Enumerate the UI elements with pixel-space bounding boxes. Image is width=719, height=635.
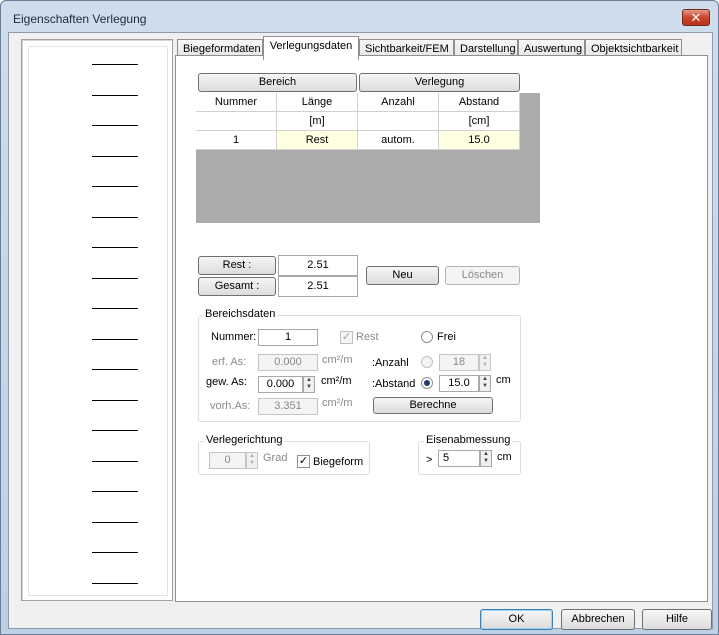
verlegung-grid[interactable]: Nummer Länge Anzahl Abstand [m] [cm] 1 R…: [196, 93, 540, 223]
list-separator: [92, 308, 138, 309]
column-header-anzahl: Anzahl: [358, 93, 439, 112]
list-separator: [92, 430, 138, 431]
list-separator: [92, 491, 138, 492]
abstand-spinner[interactable]: ▲ ▼: [479, 375, 491, 392]
list-separator: [92, 522, 138, 523]
list-separator: [92, 461, 138, 462]
rest-button[interactable]: Rest :: [198, 256, 276, 275]
frei-label: Frei: [437, 331, 456, 343]
row-1-abstand[interactable]: 15.0: [439, 131, 520, 150]
vorh-as-label: vorh.As:: [210, 400, 251, 412]
unit-cell-abstand: [cm]: [439, 112, 520, 131]
anzahl-radio[interactable]: [421, 356, 433, 368]
column-header-abstand: Abstand: [439, 93, 520, 112]
gesamt-button[interactable]: Gesamt :: [198, 277, 276, 296]
hilfe-button[interactable]: Hilfe: [642, 609, 712, 630]
rest-checkbox-label: Rest: [356, 331, 379, 343]
tab-page-verlegungsdaten: Bereich Verlegung Nummer Länge Anzahl Ab…: [175, 55, 708, 602]
gew-as-spinner[interactable]: ▲ ▼: [303, 376, 315, 393]
verlegerichtung-spinner: ▲ ▼: [246, 452, 258, 469]
gew-as-unit: cm²/m: [321, 375, 352, 387]
gew-as-input[interactable]: 0.000: [258, 376, 303, 393]
window-title: Eigenschaften Verlegung: [13, 12, 147, 26]
eisenabmessung-input[interactable]: 5: [438, 450, 480, 467]
gew-as-label: gew. As:: [206, 376, 247, 388]
list-separator: [92, 125, 138, 126]
eisenabmessung-title: Eisenabmessung: [424, 434, 513, 446]
vorh-as-unit: cm²/m: [322, 397, 353, 409]
anzahl-input: 18: [439, 354, 479, 371]
row-1-laenge[interactable]: Rest: [277, 131, 358, 150]
eisenabmessung-prefix: >: [426, 454, 433, 466]
list-separator: [92, 583, 138, 584]
list-separator: [92, 186, 138, 187]
erf-as-unit: cm²/m: [322, 354, 353, 366]
list-separator: [92, 278, 138, 279]
row-1-anzahl[interactable]: autom.: [358, 131, 439, 150]
unit-cell: [358, 112, 439, 131]
erf-as-field: 0.000: [258, 354, 318, 371]
dialog-client: Biegeformdaten Verlegungsdaten Sichtbark…: [8, 32, 713, 630]
tab-verlegungsdaten[interactable]: Verlegungsdaten: [263, 36, 359, 60]
frei-radio[interactable]: [421, 331, 433, 343]
abstand-radio[interactable]: [421, 377, 433, 389]
verlegerichtung-input: 0: [209, 452, 246, 469]
list-separator: [92, 400, 138, 401]
rest-checkbox[interactable]: ✓: [340, 331, 353, 344]
eisenabmessung-unit: cm: [497, 451, 512, 463]
list-separator: [92, 339, 138, 340]
verlegerichtung-title: Verlegerichtung: [204, 434, 285, 446]
verlegung-header-button[interactable]: Verlegung: [359, 73, 520, 92]
button-bar: OK Abbrechen Hilfe: [9, 607, 712, 630]
unit-cell-laenge: [m]: [277, 112, 358, 131]
list-separator: [92, 95, 138, 96]
bereich-header-button[interactable]: Bereich: [198, 73, 357, 92]
abbrechen-button[interactable]: Abbrechen: [561, 609, 635, 630]
berechne-button[interactable]: Berechne: [373, 397, 493, 414]
nummer-input[interactable]: 1: [258, 329, 318, 346]
anzahl-label: :Anzahl: [372, 357, 409, 369]
row-1-nummer[interactable]: 1: [196, 131, 277, 150]
anzahl-spinner: ▲ ▼: [479, 354, 491, 371]
ok-button[interactable]: OK: [480, 609, 553, 630]
title-bar[interactable]: Eigenschaften Verlegung ✕: [1, 1, 718, 35]
gesamt-value-field: 2.51: [278, 276, 358, 297]
verlegung-list[interactable]: [21, 39, 173, 601]
loeschen-button[interactable]: Löschen: [445, 266, 520, 285]
unit-cell: [196, 112, 277, 131]
abstand-label: :Abstand: [372, 378, 416, 390]
rest-value-field: 2.51: [278, 255, 358, 276]
erf-as-label: erf. As:: [212, 356, 247, 368]
list-separator: [92, 217, 138, 218]
neu-button[interactable]: Neu: [366, 266, 439, 285]
biegeform-checkbox[interactable]: ✓: [297, 455, 310, 468]
list-separator: [92, 64, 138, 65]
nummer-label: Nummer:: [211, 331, 257, 343]
list-separator: [92, 156, 138, 157]
list-separator: [92, 247, 138, 248]
list-separator: [92, 552, 138, 553]
abstand-unit: cm: [496, 374, 511, 386]
bereichsdaten-title: Bereichsdaten: [203, 308, 278, 320]
biegeform-label: Biegeform: [313, 456, 364, 468]
abstand-input[interactable]: 15.0: [439, 375, 479, 392]
vorh-as-field: 3.351: [258, 398, 318, 415]
column-header-nummer: Nummer: [196, 93, 277, 112]
eisenabmessung-spinner[interactable]: ▲ ▼: [480, 450, 492, 467]
list-separator: [92, 369, 138, 370]
dialog-window: Eigenschaften Verlegung ✕ Biegeformdaten…: [0, 0, 719, 635]
grad-unit: Grad: [263, 452, 288, 464]
verlegung-list-inner: [28, 46, 168, 596]
column-header-laenge: Länge: [277, 93, 358, 112]
close-button[interactable]: ✕: [682, 9, 710, 26]
